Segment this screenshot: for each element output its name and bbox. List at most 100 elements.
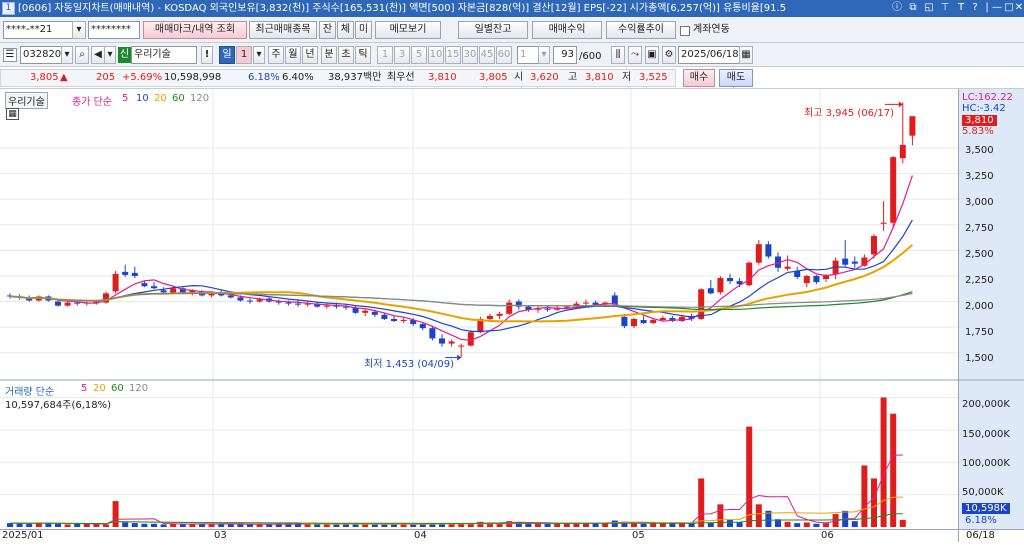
- account-input[interactable]: ****-**21: [3, 21, 73, 39]
- layout-icon[interactable]: ◱: [922, 1, 936, 15]
- price-volume-chart[interactable]: [0, 89, 1024, 542]
- candle: [381, 314, 388, 319]
- volume-bar: [256, 524, 263, 527]
- volume-bar: [410, 524, 417, 527]
- recent-trades-button[interactable]: 최근매매종목: [249, 21, 317, 39]
- font-icon[interactable]: T: [954, 1, 968, 15]
- period-year-button[interactable]: 년: [302, 46, 318, 64]
- chart-area[interactable]: 우리기술 종가 단순 5 10 20 60 120 ▦ LC:162.22 HC…: [0, 89, 1024, 542]
- ma120-legend: 120: [190, 93, 210, 104]
- candle: [755, 244, 762, 263]
- executed-button[interactable]: 체: [337, 21, 354, 39]
- current-price-marker: 3,810: [962, 115, 997, 126]
- count-input[interactable]: 93: [553, 46, 577, 64]
- trend-icon[interactable]: ⤳: [628, 46, 642, 64]
- save-icon[interactable]: ▣: [645, 46, 659, 64]
- memo-view-button[interactable]: 메모보기: [375, 21, 441, 39]
- volume-bar: [794, 523, 801, 527]
- volume-bar: [74, 523, 81, 527]
- period-minute-button[interactable]: 분: [321, 46, 337, 64]
- high-annotation: 최고 3,945 (06/17): [804, 108, 895, 119]
- candle: [727, 278, 733, 282]
- interval-30-button[interactable]: 30: [462, 46, 478, 64]
- settings-icon[interactable]: ⚙: [662, 46, 676, 64]
- period-second-button[interactable]: 초: [338, 46, 354, 64]
- candle: [890, 157, 897, 223]
- info-icon[interactable]: ⓘ: [890, 1, 904, 15]
- interval-45-button[interactable]: 45: [479, 46, 495, 64]
- candle: [659, 317, 666, 320]
- return-trend-button[interactable]: 수익률추이: [606, 21, 676, 39]
- volume-bar: [861, 465, 868, 527]
- new-listing-badge: 신: [118, 47, 131, 63]
- vma60-legend: 60: [111, 383, 124, 394]
- y-tick: 2,750: [965, 223, 994, 234]
- interval-15-button[interactable]: 15: [445, 46, 461, 64]
- volume-bar: [890, 413, 897, 527]
- interval-60-button[interactable]: 60: [496, 46, 512, 64]
- period-count-field[interactable]: 1: [236, 46, 252, 64]
- volume-bar: [141, 523, 148, 527]
- close-icon[interactable]: ✕: [1012, 1, 1024, 15]
- volume-bar: [371, 524, 378, 527]
- balance-button[interactable]: 잔: [319, 21, 336, 39]
- account-link-checkbox[interactable]: [680, 26, 690, 36]
- code-dropdown-icon[interactable]: ▾: [61, 46, 73, 64]
- sell-button[interactable]: 매도: [719, 69, 753, 87]
- buy-button[interactable]: 매수: [683, 69, 715, 87]
- trade-profit-button[interactable]: 매매수익: [532, 21, 602, 39]
- best-ask-price: 3,810: [428, 72, 457, 83]
- password-input[interactable]: ********: [88, 21, 140, 39]
- search-icon[interactable]: ⌕: [75, 46, 89, 64]
- interval-10-button[interactable]: 10: [428, 46, 444, 64]
- stock-name-field[interactable]: 우리기술: [131, 46, 197, 64]
- volume-bar: [381, 524, 388, 527]
- candle: [247, 300, 253, 302]
- period-week-button[interactable]: 주: [268, 46, 284, 64]
- interval-5-button[interactable]: 5: [411, 46, 427, 64]
- candle: [506, 302, 513, 314]
- volume-bar: [880, 397, 887, 527]
- price-legend-title: 종가 단순: [72, 97, 112, 108]
- interval-dropdown-icon[interactable]: ▾: [538, 46, 550, 64]
- open-price: 3,620: [530, 72, 559, 83]
- vma5-legend: 5: [81, 383, 88, 394]
- date-input[interactable]: 2025/06/18: [678, 46, 740, 64]
- vol-tick: 50,000K: [962, 487, 1004, 498]
- pin-icon[interactable]: ⊤: [938, 1, 952, 15]
- table-icon[interactable]: ▦: [6, 108, 19, 120]
- bars-icon[interactable]: ⫼: [611, 46, 625, 64]
- period-month-button[interactable]: 월: [285, 46, 301, 64]
- volume-bar: [727, 519, 733, 527]
- x-tick: 05: [632, 530, 645, 541]
- account-dropdown-icon[interactable]: ▾: [72, 21, 86, 39]
- candle: [765, 244, 772, 257]
- speaker-dropdown-icon[interactable]: ▾: [104, 46, 116, 64]
- daily-balance-button[interactable]: 일별잔고: [458, 21, 528, 39]
- interval-input[interactable]: 1: [517, 46, 539, 64]
- alert-icon[interactable]: !: [201, 46, 213, 64]
- period-dropdown-icon[interactable]: ▾: [253, 46, 265, 64]
- volume-bar: [784, 521, 791, 527]
- list-icon[interactable]: ☰: [3, 48, 17, 62]
- current-price: 3,805: [30, 72, 59, 83]
- candle: [544, 308, 551, 310]
- speaker-icon[interactable]: ◀: [91, 46, 105, 64]
- interval-1-button[interactable]: 1: [377, 46, 393, 64]
- volume-bar: [803, 522, 810, 527]
- up-arrow-icon: ▲: [60, 72, 68, 83]
- link-window-icon[interactable]: ⧉: [906, 1, 920, 15]
- vma120-legend: 120: [129, 383, 149, 394]
- period-tick-button[interactable]: 틱: [355, 46, 371, 64]
- volume-bar: [659, 523, 666, 527]
- calendar-icon[interactable]: ▦: [739, 46, 753, 64]
- interval-3-button[interactable]: 3: [394, 46, 410, 64]
- trade-mark-query-button[interactable]: 매매마크/내역 조회: [143, 21, 247, 39]
- volume-bar: [323, 524, 330, 527]
- period-day-button[interactable]: 일: [219, 46, 235, 64]
- unexecuted-button[interactable]: 미: [355, 21, 372, 39]
- y-tick: 1,750: [965, 327, 994, 338]
- stock-code-input[interactable]: 032820: [20, 46, 62, 64]
- volume-bar: [122, 522, 129, 527]
- best-ask-label: 최우선: [387, 72, 415, 83]
